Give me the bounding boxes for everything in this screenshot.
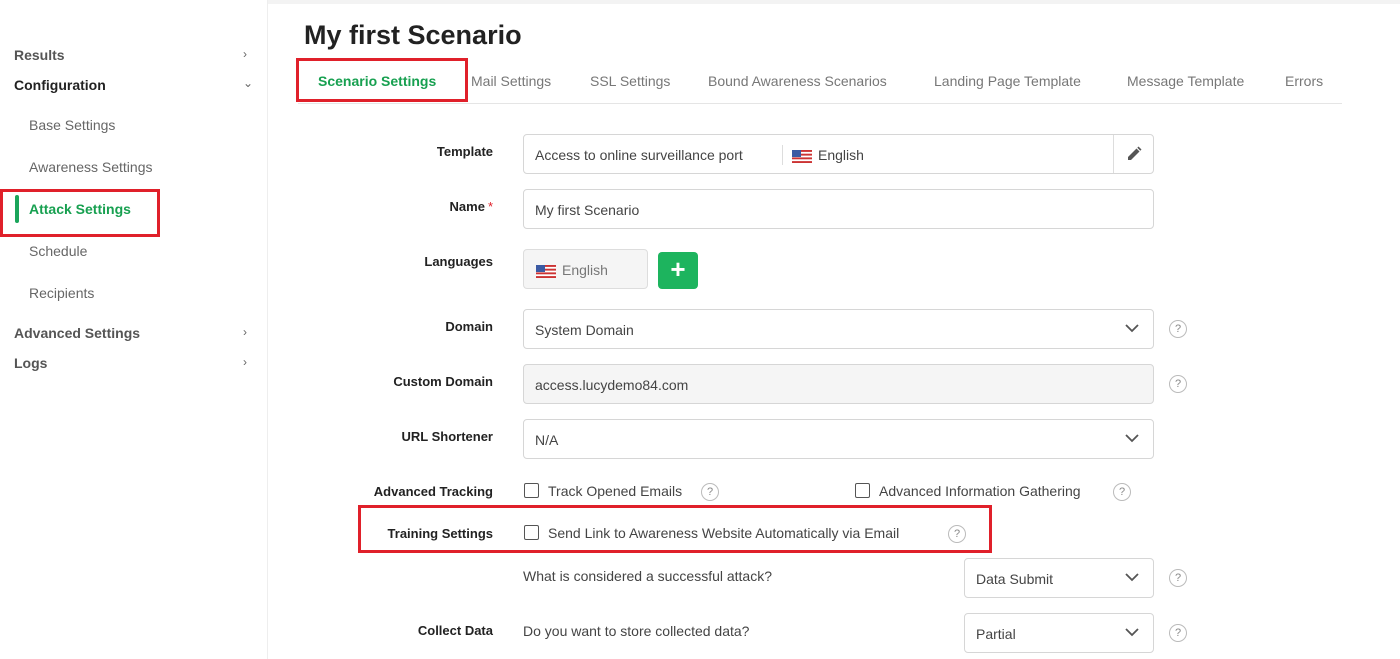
tab-errors[interactable]: Errors <box>1285 73 1323 89</box>
name-label: Name * <box>449 199 493 214</box>
add-language-button[interactable]: + <box>658 252 698 289</box>
languages-label: Languages <box>424 254 493 269</box>
url-shortener-label: URL Shortener <box>401 429 494 444</box>
us-flag-icon <box>536 264 556 278</box>
tab-landing-page-template[interactable]: Landing Page Template <box>934 73 1081 89</box>
us-flag-icon <box>792 149 812 163</box>
track-opened-emails-checkbox[interactable] <box>524 483 539 498</box>
track-opened-emails-label: Track Opened Emails <box>548 483 683 499</box>
highlight-box-scenario-tab <box>296 58 468 102</box>
success-question: What is considered a successful attack? <box>523 568 773 584</box>
collect-data-label: Collect Data <box>417 623 493 638</box>
tab-message-template[interactable]: Message Template <box>1127 73 1244 89</box>
custom-domain-value: access.lucydemo84.com <box>535 377 689 393</box>
nav-awareness-settings[interactable]: Awareness Settings <box>29 159 152 175</box>
edit-template-button[interactable] <box>1113 135 1153 173</box>
template-value: Access to online surveillance port <box>535 147 743 163</box>
template-language: English <box>792 147 864 163</box>
tab-mail-settings[interactable]: Mail Settings <box>471 73 551 89</box>
sidebar: Results › Configuration ⌄ Base Settings … <box>0 0 268 659</box>
chevron-down-icon <box>1125 628 1139 637</box>
chevron-right-icon[interactable]: › <box>243 47 247 61</box>
template-label: Template <box>436 144 493 159</box>
nav-recipients[interactable]: Recipients <box>29 285 94 301</box>
name-input[interactable]: My first Scenario <box>523 189 1154 229</box>
chevron-down-icon[interactable]: ⌄ <box>243 76 253 90</box>
nav-advanced-settings[interactable]: Advanced Settings <box>14 325 140 341</box>
collect-value: Partial <box>976 626 1016 642</box>
template-field[interactable]: Access to online surveillance port Engli… <box>523 134 1154 174</box>
tab-bound-awareness-scenarios[interactable]: Bound Awareness Scenarios <box>708 73 887 89</box>
nav-configuration[interactable]: Configuration <box>14 77 106 93</box>
name-value: My first Scenario <box>535 202 640 218</box>
highlight-box-attack-settings <box>0 189 160 237</box>
language-chip[interactable]: English <box>523 249 648 289</box>
help-icon[interactable]: ? <box>1169 375 1187 393</box>
help-icon[interactable]: ? <box>1169 320 1187 338</box>
advanced-info-gathering-checkbox[interactable] <box>855 483 870 498</box>
nav-base-settings[interactable]: Base Settings <box>29 117 115 133</box>
nav-logs[interactable]: Logs <box>14 355 47 371</box>
url-shortener-value: N/A <box>535 432 559 448</box>
domain-select[interactable]: System Domain <box>523 309 1154 349</box>
chevron-down-icon <box>1125 573 1139 582</box>
divider <box>782 145 783 165</box>
nav-schedule[interactable]: Schedule <box>29 243 87 259</box>
chevron-right-icon[interactable]: › <box>243 325 247 339</box>
help-icon[interactable]: ? <box>1169 624 1187 642</box>
advanced-info-gathering-label: Advanced Information Gathering <box>879 483 1081 499</box>
chevron-down-icon <box>1125 434 1139 443</box>
help-icon[interactable]: ? <box>1113 483 1131 501</box>
collect-select[interactable]: Partial <box>964 613 1154 653</box>
pencil-icon <box>1128 146 1142 160</box>
chevron-down-icon <box>1125 324 1139 333</box>
success-select[interactable]: Data Submit <box>964 558 1154 598</box>
page-title: My first Scenario <box>304 20 522 50</box>
success-value: Data Submit <box>976 571 1054 587</box>
chevron-right-icon[interactable]: › <box>243 355 247 369</box>
tab-ssl-settings[interactable]: SSL Settings <box>590 73 670 89</box>
domain-label: Domain <box>445 319 493 334</box>
help-icon[interactable]: ? <box>1169 569 1187 587</box>
url-shortener-select[interactable]: N/A <box>523 419 1154 459</box>
advanced-tracking-label: Advanced Tracking <box>373 484 493 499</box>
collect-question: Do you want to store collected data? <box>523 623 750 639</box>
nav-results[interactable]: Results <box>14 47 65 63</box>
domain-value: System Domain <box>535 322 634 338</box>
help-icon[interactable]: ? <box>701 483 719 501</box>
custom-domain-input[interactable]: access.lucydemo84.com <box>523 364 1154 404</box>
highlight-box-training <box>358 505 992 553</box>
custom-domain-label: Custom Domain <box>393 374 493 389</box>
